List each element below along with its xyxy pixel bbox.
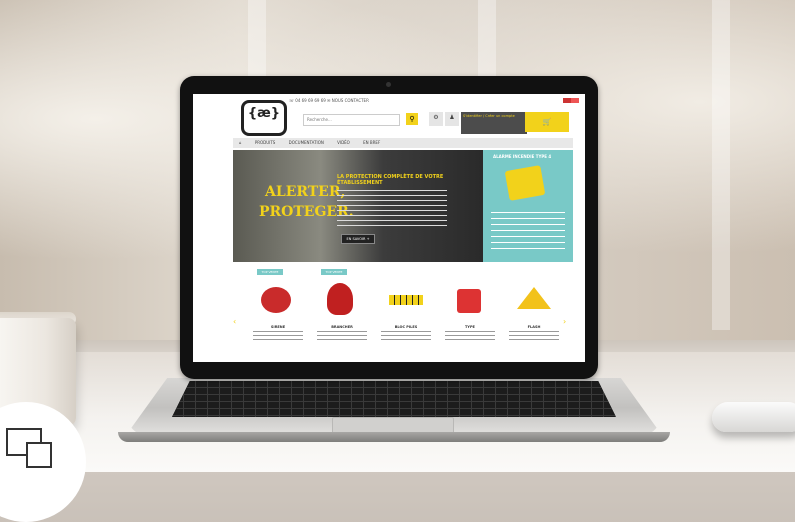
contact-line[interactable]: ☏ 04 69 69 69 69 ✉ NOUS CONTACTER	[289, 98, 369, 103]
product-name: FLASH	[527, 325, 541, 329]
laptop-lid: {æ} ☏ 04 69 69 69 69 ✉ NOUS CONTACTER Re…	[180, 76, 598, 379]
nav-item[interactable]: DOCUMENTATION	[289, 140, 324, 145]
product-card[interactable]: FLASH	[503, 269, 565, 357]
product-desc	[253, 331, 303, 343]
side-title: ALARME INCENDIE TYPE 4	[493, 154, 552, 159]
hero-text	[337, 190, 447, 230]
product-card[interactable]: BLOC PILES	[375, 269, 437, 357]
site-header: {æ} ☏ 04 69 69 69 69 ✉ NOUS CONTACTER Re…	[193, 94, 585, 136]
hero-word: ALERTER,	[265, 184, 346, 200]
main-nav: ⌂ PRODUITS DOCUMENTATION VIDÉO EN BREF	[233, 138, 573, 148]
laptop-keyboard	[172, 381, 616, 417]
product-name: SIRENE	[270, 325, 286, 329]
battery-pack-image	[389, 295, 423, 305]
flash-image	[517, 287, 551, 309]
product-name: BRANCHER	[331, 325, 353, 329]
search-input[interactable]: Recherche...	[303, 114, 400, 126]
side-promo[interactable]: ALARME INCENDIE TYPE 4	[483, 150, 573, 262]
search-button[interactable]: ⚲	[406, 113, 418, 125]
product-card[interactable]: TOP VENTE SIRENE	[247, 269, 309, 357]
product-tag: TOP VENTE	[321, 269, 347, 275]
hero-banner[interactable]: ALERTER, PROTEGER. LA PROTECTION COMPLÈT…	[233, 150, 483, 262]
site-logo[interactable]: {æ}	[241, 100, 287, 136]
product-desc	[317, 331, 367, 343]
product-name: TYPE	[465, 325, 475, 329]
nav-item[interactable]: EN BREF	[363, 140, 380, 145]
account-box[interactable]: S'identifier / Créer un compte	[461, 112, 527, 134]
product-carousel: ‹ TOP VENTE SIRENE TOP VENTE BRANCHER BL…	[233, 269, 573, 357]
cart-button[interactable]: 🛒	[525, 112, 569, 132]
nav-item[interactable]: VIDÉO	[337, 140, 350, 145]
call-point-image	[457, 289, 481, 313]
window-frame	[712, 0, 730, 330]
chevron-left-icon[interactable]: ‹	[233, 317, 236, 326]
product-desc	[509, 331, 559, 343]
product-card[interactable]: TOP VENTE BRANCHER	[311, 269, 373, 357]
product-tag: TOP VENTE	[257, 269, 283, 275]
alarm-product-image	[504, 165, 546, 201]
hero-button[interactable]: EN SAVOIR +	[341, 234, 375, 244]
window-icon	[26, 442, 52, 468]
computer-mouse	[712, 402, 795, 432]
home-icon[interactable]: ⌂	[239, 140, 242, 145]
alarm-image	[327, 283, 353, 315]
siren-image	[261, 287, 291, 313]
language-flags-icon[interactable]	[563, 98, 579, 103]
laptop-screen: {æ} ☏ 04 69 69 69 69 ✉ NOUS CONTACTER Re…	[193, 94, 585, 362]
user-icon[interactable]: ♟	[445, 112, 459, 126]
hero-title: LA PROTECTION COMPLÈTE DE VOTRE ÉTABLISS…	[337, 174, 444, 186]
chevron-right-icon[interactable]: ›	[563, 317, 566, 326]
cart-icon: 🛒	[542, 118, 552, 126]
camera-icon	[386, 82, 391, 87]
product-desc	[381, 331, 431, 343]
side-text	[491, 212, 565, 252]
product-card[interactable]: TYPE	[439, 269, 501, 357]
search-icon: ⚲	[409, 115, 415, 123]
product-name: BLOC PILES	[394, 325, 418, 329]
laptop-front-edge	[118, 432, 670, 442]
nav-item[interactable]: PRODUITS	[255, 140, 276, 145]
product-desc	[445, 331, 495, 343]
gear-icon[interactable]: ⚙	[429, 112, 443, 126]
